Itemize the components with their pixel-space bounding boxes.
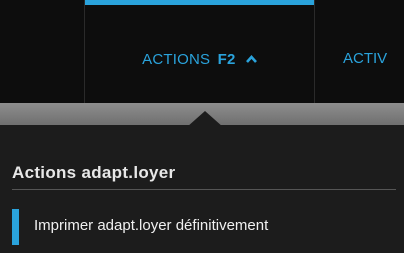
menu-section-title: Actions adapt.loyer bbox=[12, 163, 176, 182]
actions-dropdown-menu: Actions adapt.loyer Imprimer adapt.loyer… bbox=[0, 125, 404, 253]
tab-actions-label: ACTIONS F2 bbox=[85, 50, 314, 68]
tab-activites[interactable]: ACTIV bbox=[343, 50, 387, 67]
top-tab-bar: ACTIONS F2 ACTIV bbox=[0, 0, 404, 103]
menu-item-imprimer-adapt-loyer[interactable]: Imprimer adapt.loyer définitivement bbox=[12, 201, 396, 251]
menu-item-highlight-bar bbox=[12, 209, 19, 245]
tab-actions-text: ACTIONS bbox=[142, 51, 211, 68]
active-tab-indicator bbox=[85, 0, 314, 5]
tab-actions[interactable]: ACTIONS F2 bbox=[84, 0, 315, 103]
menu-item-label: Imprimer adapt.loyer définitivement bbox=[34, 217, 269, 234]
chevron-up-icon bbox=[245, 50, 257, 67]
tab-actions-shortcut: F2 bbox=[217, 51, 236, 68]
menu-divider bbox=[12, 189, 396, 190]
